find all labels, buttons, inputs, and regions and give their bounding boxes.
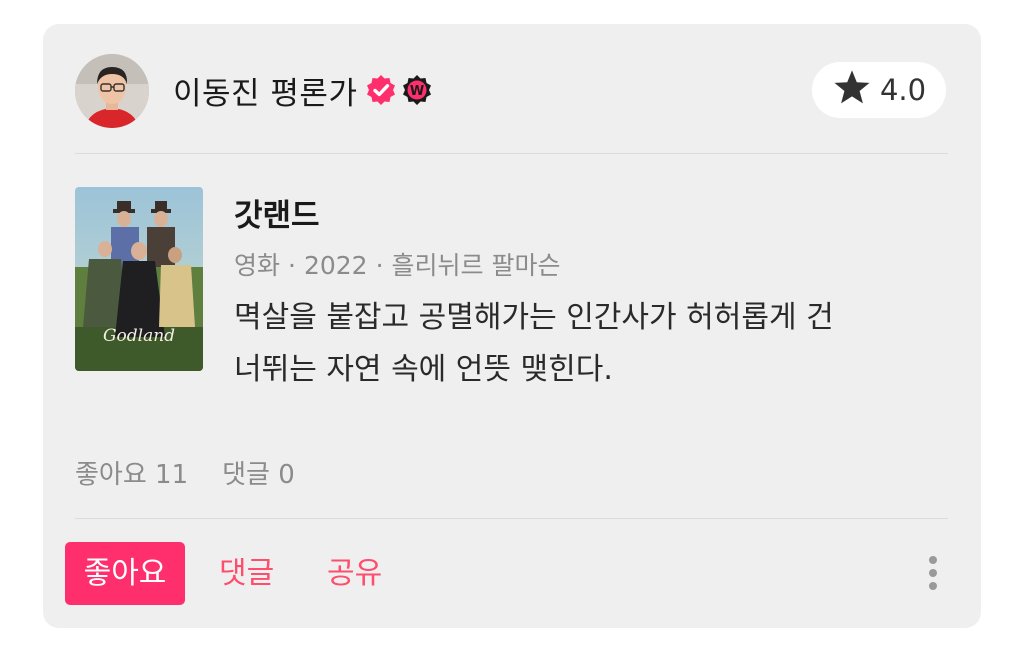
review-stats: 좋아요 11 댓글 0 bbox=[75, 456, 295, 494]
movie-meta: 영화 · 2022 · 흘리뉘르 팔마슨 bbox=[234, 248, 954, 284]
avatar[interactable] bbox=[75, 54, 149, 128]
review-text: 멱살을 붙잡고 공멸해가는 인간사가 허허롭게 건 너뛰는 자연 속에 언뜻 맺… bbox=[234, 292, 954, 396]
movie-title[interactable]: 갓랜드 bbox=[234, 194, 954, 238]
movie-year: 2022 bbox=[303, 251, 368, 280]
card-header: 이동진 평론가 W 4.0 bbox=[75, 54, 948, 128]
author-row: 이동진 평론가 W bbox=[173, 68, 433, 112]
review-line-1: 멱살을 붙잡고 공멸해가는 인간사가 허허롭게 건 bbox=[234, 300, 834, 335]
movie-poster[interactable]: Godland bbox=[75, 187, 203, 371]
movie-director: 흘리뉘르 팔마슨 bbox=[391, 251, 561, 280]
rating-value: 4.0 bbox=[879, 73, 927, 107]
w-badge-icon: W bbox=[401, 74, 433, 106]
author-name[interactable]: 이동진 평론가 bbox=[173, 68, 357, 113]
more-vertical-icon[interactable] bbox=[918, 548, 948, 598]
poster-title: Godland bbox=[103, 326, 175, 346]
comment-count: 댓글 0 bbox=[222, 460, 295, 490]
rating-pill: 4.0 bbox=[812, 62, 946, 118]
divider bbox=[75, 518, 948, 519]
action-bar: 좋아요 댓글 공유 bbox=[65, 542, 948, 605]
share-button[interactable]: 공유 bbox=[327, 542, 382, 605]
divider bbox=[75, 153, 948, 154]
meta-separator: · bbox=[375, 251, 384, 280]
review-line-2: 너뛰는 자연 속에 언뜻 맺힌다. bbox=[234, 352, 613, 387]
star-icon bbox=[832, 69, 872, 111]
comment-button[interactable]: 댓글 bbox=[219, 542, 274, 605]
like-button[interactable]: 좋아요 bbox=[65, 542, 185, 605]
review-card: 이동진 평론가 W 4.0 Godland 갓랜드 영화 · 2022 · 흘리… bbox=[43, 24, 981, 628]
movie-info: 갓랜드 영화 · 2022 · 흘리뉘르 팔마슨 멱살을 붙잡고 공멸해가는 인간사가 … bbox=[234, 194, 954, 396]
w-badge-letter: W bbox=[410, 84, 424, 99]
like-count: 좋아요 11 bbox=[75, 460, 189, 490]
movie-category: 영화 bbox=[234, 251, 281, 280]
verified-badge-icon bbox=[365, 74, 397, 106]
meta-separator: · bbox=[288, 251, 296, 280]
